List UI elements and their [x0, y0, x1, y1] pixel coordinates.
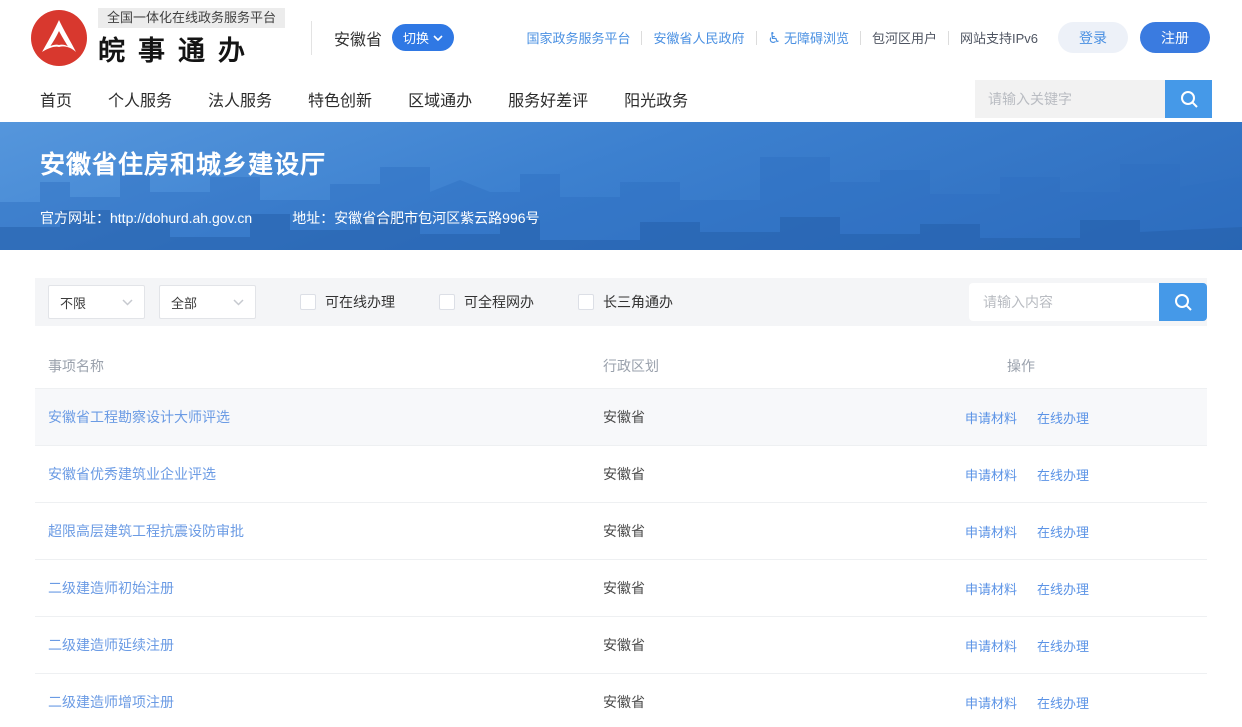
- link-provincial-gov[interactable]: 安徽省人民政府: [653, 28, 744, 47]
- table-row: 二级建造师初始注册 安徽省 申请材料 在线办理: [35, 560, 1207, 617]
- register-button[interactable]: 注册: [1140, 22, 1210, 53]
- online-handle-link[interactable]: 在线办理: [1037, 522, 1089, 541]
- region-name: 安徽省: [334, 26, 382, 50]
- table-row: 二级建造师延续注册 安徽省 申请材料 在线办理: [35, 617, 1207, 674]
- brand-title: 皖事通办: [98, 29, 285, 68]
- department-banner: 安徽省住房和城乡建设厅 官方网址：http://dohurd.ah.gov.cn…: [0, 122, 1242, 250]
- region-switch-button[interactable]: 切换: [392, 24, 454, 51]
- department-address: 地址：安徽省合肥市包河区紫云路996号: [292, 208, 539, 228]
- department-info: 官方网址：http://dohurd.ah.gov.cn 地址：安徽省合肥市包河…: [40, 208, 1202, 228]
- table-row: 二级建造师增项注册 安徽省 申请材料 在线办理: [35, 674, 1207, 727]
- checkbox-label: 可全程网办: [464, 292, 534, 312]
- nav-item-regional[interactable]: 区域通办: [408, 87, 472, 111]
- checkbox-icon: [300, 294, 316, 310]
- top-utility-bar: 全国一体化在线政务服务平台 皖事通办 安徽省 切换 国家政务服务平台 安徽省人民…: [0, 0, 1242, 75]
- item-search-input[interactable]: [969, 283, 1159, 321]
- banner-content: 安徽省住房和城乡建设厅 官方网址：http://dohurd.ah.gov.cn…: [0, 122, 1242, 228]
- scope-select-value: 不限: [60, 293, 86, 312]
- table-row: 安徽省工程勘察设计大师评选 安徽省 申请材料 在线办理: [35, 389, 1207, 446]
- nav-item-personal-services[interactable]: 个人服务: [108, 87, 172, 111]
- chevron-down-icon: [122, 299, 133, 306]
- site-logo-icon: [30, 9, 88, 67]
- region-switch-label: 切换: [403, 28, 429, 47]
- checkbox-full-online[interactable]: 可全程网办: [439, 292, 534, 312]
- chevron-down-icon: [233, 299, 244, 306]
- checkbox-label: 可在线办理: [325, 292, 395, 312]
- nav-item-open-gov[interactable]: 阳光政务: [624, 87, 688, 111]
- item-search-button[interactable]: [1159, 283, 1207, 321]
- checkbox-label: 长三角通办: [603, 292, 673, 312]
- online-handle-link[interactable]: 在线办理: [1037, 693, 1089, 712]
- item-link[interactable]: 二级建造师延续注册: [48, 637, 174, 653]
- checkbox-yangtze-delta[interactable]: 长三角通办: [578, 292, 673, 312]
- materials-link[interactable]: 申请材料: [965, 465, 1017, 484]
- divider: [948, 31, 949, 45]
- platform-tagline: 全国一体化在线政务服务平台: [98, 8, 285, 28]
- login-button[interactable]: 登录: [1058, 22, 1128, 53]
- divider: [756, 31, 757, 45]
- checkbox-icon: [578, 294, 594, 310]
- item-link[interactable]: 二级建造师增项注册: [48, 694, 174, 710]
- main-content: 不限 全部 可在线办理 可全程网办 长三角通办: [35, 278, 1207, 727]
- link-district-user[interactable]: 包河区用户: [872, 28, 937, 47]
- materials-link[interactable]: 申请材料: [965, 636, 1017, 655]
- search-icon: [1178, 88, 1200, 110]
- table-row: 安徽省优秀建筑业企业评选 安徽省 申请材料 在线办理: [35, 446, 1207, 503]
- table-row: 超限高层建筑工程抗震设防审批 安徽省 申请材料 在线办理: [35, 503, 1207, 560]
- online-handle-link[interactable]: 在线办理: [1037, 408, 1089, 427]
- filter-bar: 不限 全部 可在线办理 可全程网办 长三角通办: [35, 278, 1207, 326]
- keyword-search-input[interactable]: [975, 80, 1165, 118]
- online-handle-link[interactable]: 在线办理: [1037, 636, 1089, 655]
- region-cell: 安徽省: [603, 692, 965, 712]
- main-navigation: 首页 个人服务 法人服务 特色创新 区域通办 服务好差评 阳光政务: [0, 75, 1242, 122]
- type-select[interactable]: 全部: [159, 285, 256, 319]
- item-search: [969, 283, 1207, 321]
- nav-item-legal-services[interactable]: 法人服务: [208, 87, 272, 111]
- type-select-value: 全部: [171, 293, 197, 312]
- item-link[interactable]: 安徽省工程勘察设计大师评选: [48, 409, 230, 425]
- nav-item-featured-innovation[interactable]: 特色创新: [308, 87, 372, 111]
- keyword-search: [975, 80, 1212, 118]
- services-table: 事项名称 行政区划 操作 安徽省工程勘察设计大师评选 安徽省 申请材料 在线办理…: [35, 344, 1207, 727]
- accessibility-label: 无障碍浏览: [784, 31, 849, 46]
- materials-link[interactable]: 申请材料: [965, 408, 1017, 427]
- item-link[interactable]: 二级建造师初始注册: [48, 580, 174, 596]
- ipv6-label: 网站支持IPv6: [960, 28, 1038, 47]
- column-header-action: 操作: [965, 356, 1207, 376]
- chevron-down-icon: [433, 35, 443, 41]
- item-link[interactable]: 超限高层建筑工程抗震设防审批: [48, 523, 244, 539]
- divider: [641, 31, 642, 45]
- link-national-platform[interactable]: 国家政务服务平台: [526, 28, 630, 47]
- checkbox-icon: [439, 294, 455, 310]
- brand-block: 全国一体化在线政务服务平台 皖事通办: [98, 8, 285, 68]
- region-cell: 安徽省: [603, 407, 965, 427]
- nav-item-service-review[interactable]: 服务好差评: [508, 87, 588, 111]
- online-handle-link[interactable]: 在线办理: [1037, 579, 1089, 598]
- link-accessibility[interactable]: ♿无障碍浏览: [768, 28, 849, 47]
- table-header: 事项名称 行政区划 操作: [35, 344, 1207, 389]
- official-website: 官方网址：http://dohurd.ah.gov.cn: [40, 208, 252, 228]
- region-cell: 安徽省: [603, 635, 965, 655]
- scope-select[interactable]: 不限: [48, 285, 145, 319]
- column-header-name: 事项名称: [35, 356, 603, 376]
- divider: [860, 31, 861, 45]
- filter-checkboxes: 可在线办理 可全程网办 长三角通办: [300, 292, 717, 312]
- online-handle-link[interactable]: 在线办理: [1037, 465, 1089, 484]
- materials-link[interactable]: 申请材料: [965, 579, 1017, 598]
- search-icon: [1172, 291, 1194, 313]
- wheelchair-icon: ♿: [768, 30, 781, 47]
- region-cell: 安徽省: [603, 521, 965, 541]
- region-cell: 安徽省: [603, 464, 965, 484]
- materials-link[interactable]: 申请材料: [965, 693, 1017, 712]
- keyword-search-button[interactable]: [1165, 80, 1212, 118]
- item-link[interactable]: 安徽省优秀建筑业企业评选: [48, 466, 216, 482]
- checkbox-online-available[interactable]: 可在线办理: [300, 292, 395, 312]
- utility-links: 国家政务服务平台 安徽省人民政府 ♿无障碍浏览 包河区用户 网站支持IPv6: [526, 28, 1038, 47]
- department-title: 安徽省住房和城乡建设厅: [40, 145, 1202, 181]
- column-header-region: 行政区划: [603, 356, 965, 376]
- region-selector: 安徽省 切换: [311, 21, 454, 55]
- region-cell: 安徽省: [603, 578, 965, 598]
- nav-item-home[interactable]: 首页: [40, 87, 72, 111]
- materials-link[interactable]: 申请材料: [965, 522, 1017, 541]
